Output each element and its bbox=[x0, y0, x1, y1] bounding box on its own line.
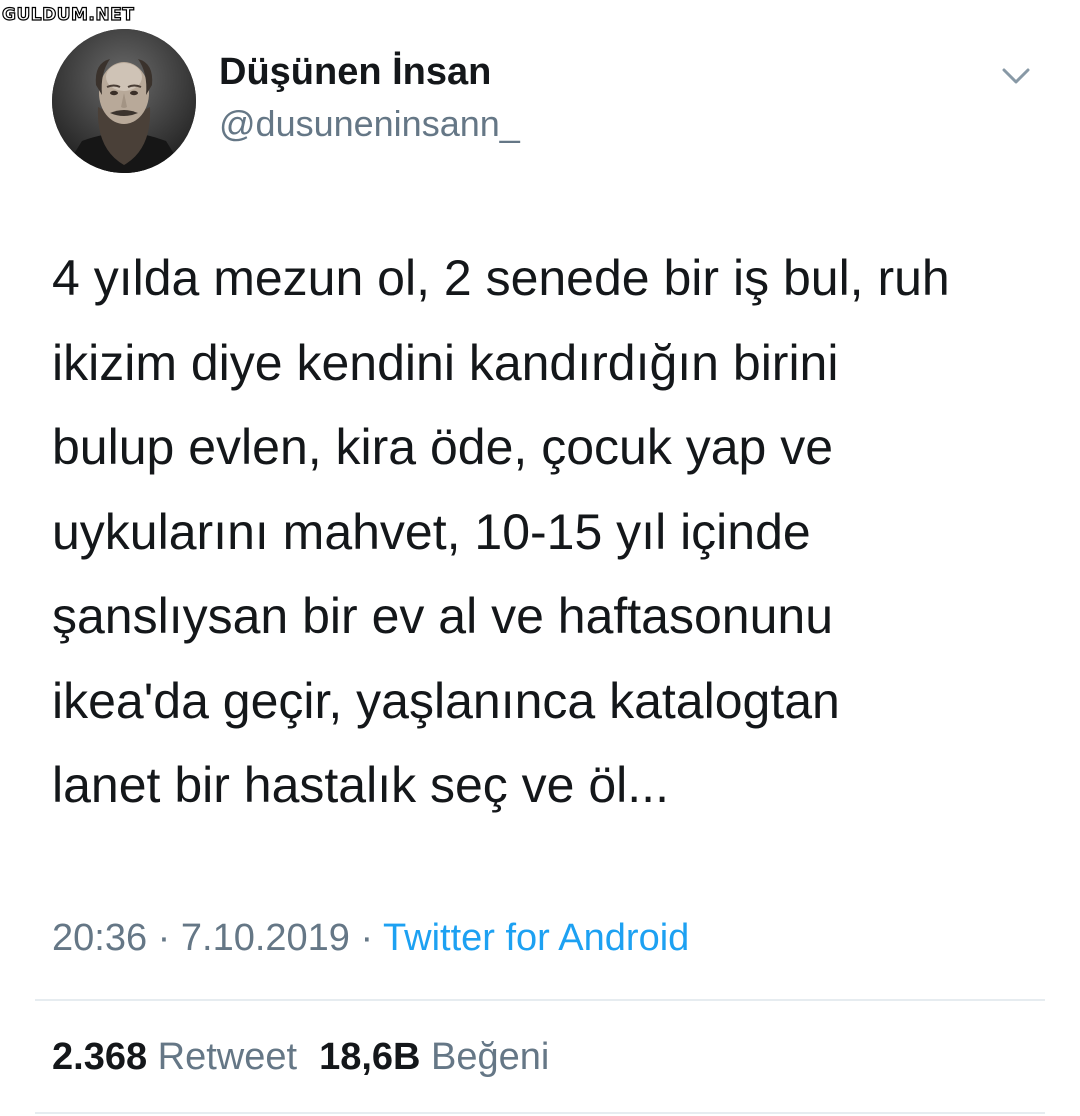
divider bbox=[35, 999, 1045, 1001]
chevron-down-icon[interactable] bbox=[996, 60, 1036, 94]
tweet-line: ikizim diye kendini kandırdığın birini bbox=[52, 334, 839, 391]
retweet-label: Retweet bbox=[157, 1036, 298, 1078]
like-stat[interactable]: 18,6B Beğeni bbox=[319, 1036, 549, 1078]
tweet-metadata: 20:36 · 7.10.2019 · Twitter for Android bbox=[52, 915, 689, 961]
user-handle[interactable]: @dusuneninsann_ bbox=[219, 103, 520, 145]
display-name[interactable]: Düşünen İnsan bbox=[219, 50, 491, 94]
tweet-line: lanet bir hastalık seç ve öl... bbox=[52, 757, 669, 813]
tweet-line: şanslıysan bir ev al ve haftasonunu bbox=[52, 588, 834, 644]
tweet-line: 4 yılda mezun ol, 2 senede bir iş bul, r… bbox=[52, 250, 950, 306]
like-count: 18,6B bbox=[319, 1036, 421, 1078]
tweet-source-link[interactable]: Twitter for Android bbox=[383, 917, 689, 959]
watermark-logo: GULDUM.NET bbox=[1, 4, 135, 25]
like-label: Beğeni bbox=[431, 1036, 550, 1078]
retweet-stat[interactable]: 2.368 Retweet bbox=[52, 1036, 297, 1078]
tweet-date[interactable]: 7.10.2019 bbox=[181, 917, 350, 959]
avatar[interactable] bbox=[52, 29, 196, 173]
retweet-count: 2.368 bbox=[52, 1036, 148, 1078]
meta-separator: · bbox=[349, 917, 384, 959]
avatar-portrait bbox=[52, 29, 196, 173]
tweet-line: bulup evlen, kira öde, çocuk yap ve bbox=[52, 419, 834, 475]
divider bbox=[35, 1112, 1045, 1114]
tweet-stats: 2.368 Retweet 18,6B Beğeni bbox=[52, 1034, 549, 1080]
tweet-text: 4 yılda mezun ol, 2 senede bir iş bul, r… bbox=[52, 236, 1042, 828]
meta-separator: · bbox=[147, 917, 181, 959]
tweet-line: uykularını mahvet, 10-15 yıl içinde bbox=[52, 503, 811, 560]
tweet-line: ikea'da geçir, yaşlanınca katalogtan bbox=[52, 672, 840, 729]
tweet-time[interactable]: 20:36 bbox=[52, 917, 147, 959]
